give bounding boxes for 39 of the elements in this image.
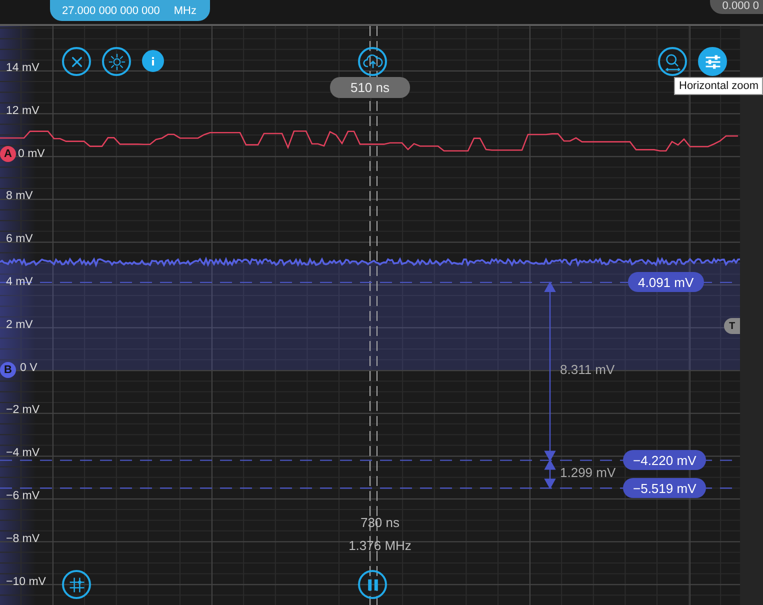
axis-label: −6 mV: [6, 490, 40, 502]
period-label: 730 ns: [359, 515, 401, 530]
cloud-upload-icon: [362, 53, 382, 70]
burst-button[interactable]: [102, 47, 131, 76]
sliders-icon: [704, 52, 722, 70]
axis-label: 0 V: [20, 362, 38, 374]
zoom-button[interactable]: [658, 47, 687, 76]
cursor-value[interactable]: −5.519 mV: [623, 478, 706, 498]
cloud-upload-button[interactable]: [358, 47, 387, 76]
cursor-value[interactable]: −4.220 mV: [623, 450, 706, 470]
pause-icon: [366, 576, 380, 592]
burst-icon: [108, 52, 126, 70]
close-button[interactable]: [62, 47, 91, 76]
trigger-marker[interactable]: T: [724, 318, 740, 334]
axis-label: 0 mV: [18, 148, 45, 160]
grid-button[interactable]: [62, 570, 91, 599]
axis-label: 8 mV: [6, 190, 33, 202]
readout-field[interactable]: 0.000 0: [710, 0, 763, 14]
axis-label: 2 mV: [6, 318, 33, 331]
time-cursor-label[interactable]: 510 ns: [330, 77, 410, 98]
axis-label: −10 mV: [6, 576, 46, 588]
delta-label: 8.311 mV: [560, 362, 615, 377]
frequency-label: 1.376 MHz: [348, 538, 412, 553]
cursor-value[interactable]: 4.091 mV: [628, 272, 704, 292]
tooltip: Horizontal zoom: [674, 77, 763, 95]
axis-label: −2 mV: [6, 404, 40, 416]
sliders-button[interactable]: [698, 47, 727, 76]
frequency-field[interactable]: 27.000 000 000 000 MHz: [50, 0, 210, 21]
delta-label: 1.299 mV: [560, 465, 616, 480]
axis-label: −4 mV: [6, 447, 40, 460]
close-icon: [70, 54, 84, 68]
axis-label: −8 mV: [6, 532, 40, 545]
grid-icon: [68, 576, 86, 594]
axis-label: 6 mV: [6, 233, 33, 246]
axis-label: 14 mV: [6, 62, 40, 74]
info-button[interactable]: [142, 50, 164, 72]
pause-button[interactable]: [358, 570, 387, 599]
zoom-icon: [662, 52, 682, 72]
axis-label: 12 mV: [6, 104, 40, 117]
